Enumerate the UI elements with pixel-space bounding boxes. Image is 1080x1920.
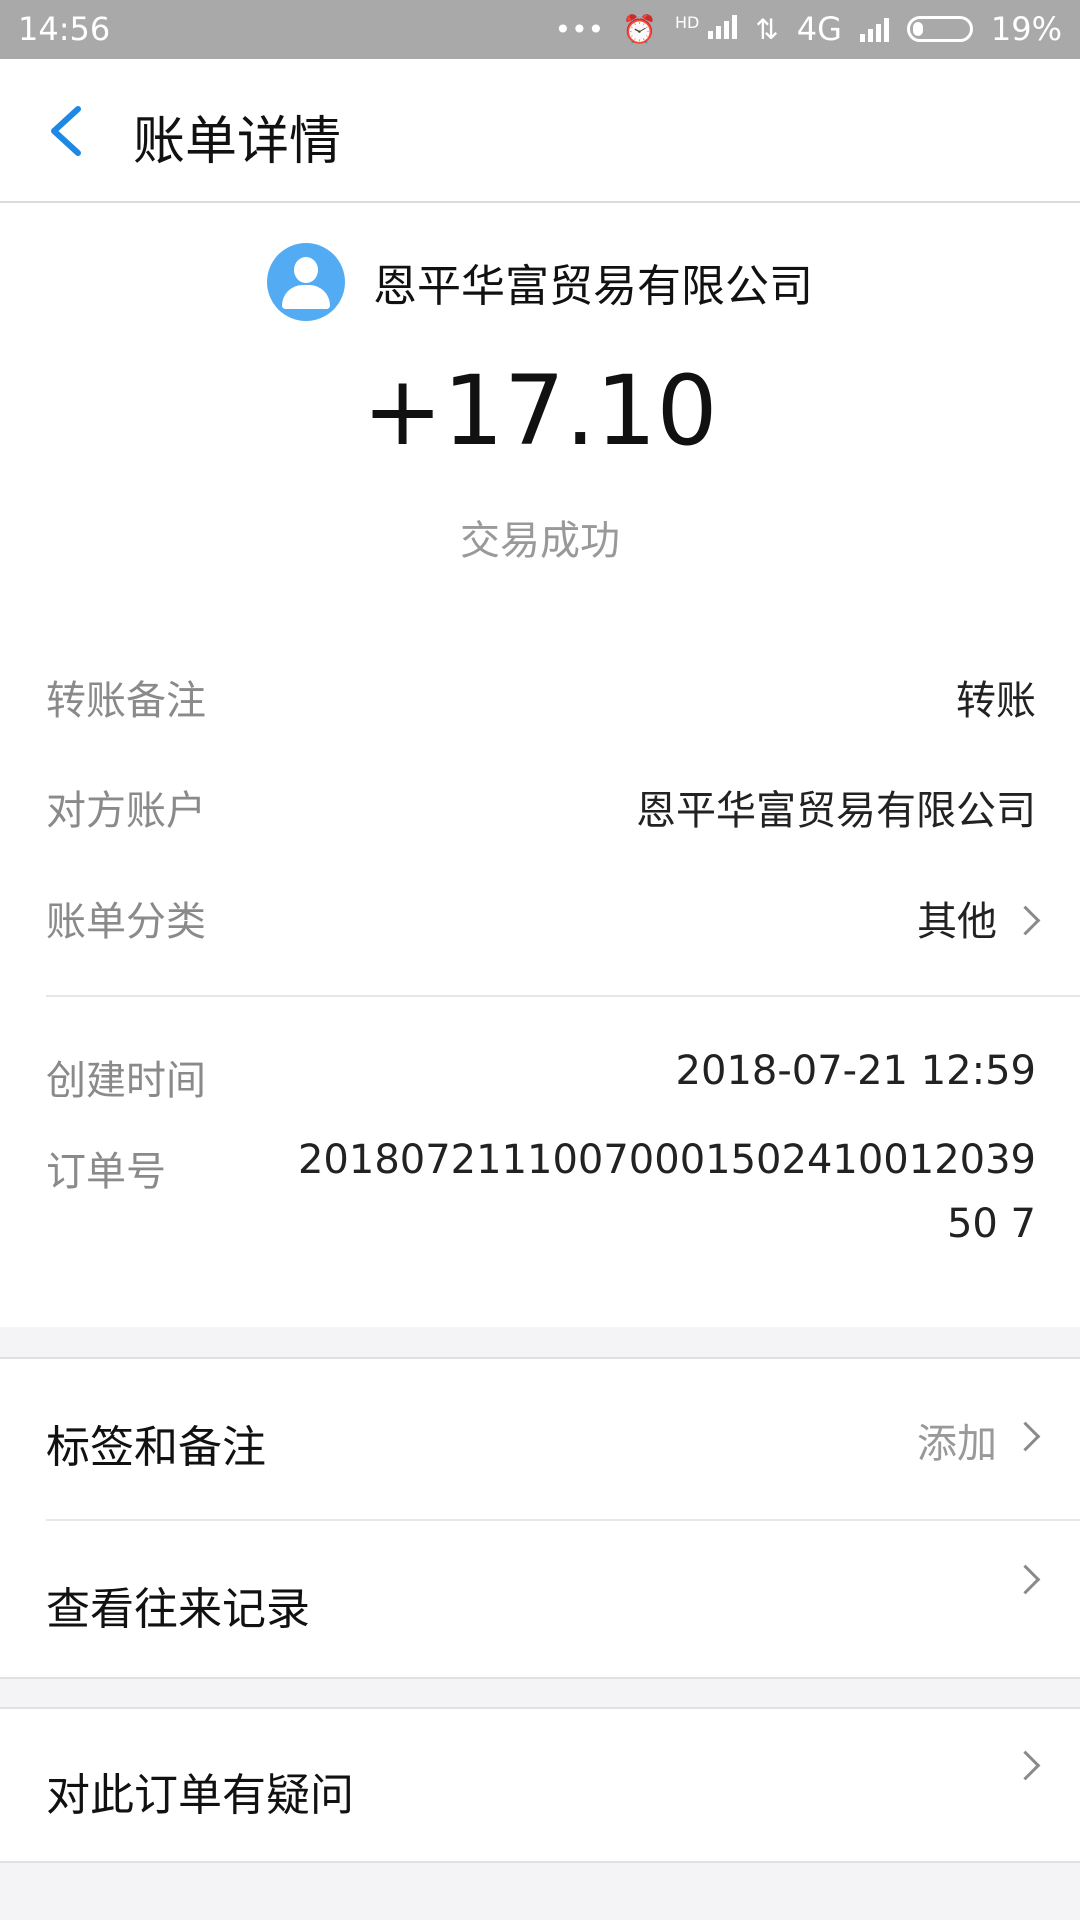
status-icons: ••• ⏰ HD ⇅ 4G 19% xyxy=(555,10,1062,48)
chevron-right-icon xyxy=(1010,905,1041,935)
battery-percent: 19% xyxy=(990,10,1062,48)
page-title: 账单详情 xyxy=(133,112,342,172)
item-label: 标签和备注 xyxy=(46,1422,266,1473)
question-section: 对此订单有疑问 xyxy=(0,1707,1080,1863)
view-history-item[interactable]: 查看往来记录 xyxy=(46,1521,1041,1679)
payee: 恩平华富贸易有限公司 xyxy=(0,243,1080,321)
bill-summary: 恩平华富贸易有限公司 +17.10 交易成功 转账备注 转账 对方账户 恩平华富… xyxy=(0,203,1080,1327)
transaction-amount: +17.10 xyxy=(362,355,718,467)
chevron-right-icon xyxy=(1010,1750,1041,1781)
chevron-right-icon xyxy=(1010,1421,1041,1451)
order-number[interactable]: 2018072111007000150241001203950 7 xyxy=(276,1128,1036,1256)
chevron-right-icon xyxy=(1010,1564,1041,1595)
divider xyxy=(46,995,1080,997)
cell-signal-icon xyxy=(859,16,889,42)
add-link: 添加 xyxy=(917,1421,997,1467)
detail-value: 转账 xyxy=(956,678,1036,724)
item-label: 对此订单有疑问 xyxy=(46,1770,354,1821)
detail-label: 创建时间 xyxy=(46,1058,206,1104)
detail-label: 转账备注 xyxy=(46,678,206,724)
detail-label: 对方账户 xyxy=(46,788,206,834)
battery-icon xyxy=(906,16,973,42)
payee-name: 恩平华富贸易有限公司 xyxy=(373,261,813,312)
actions-section: 标签和备注 添加 查看往来记录 xyxy=(0,1357,1080,1679)
status-time: 14:56 xyxy=(18,10,111,48)
back-button[interactable] xyxy=(40,101,100,161)
detail-value: 恩平华富贸易有限公司 xyxy=(636,788,1036,834)
detail-label: 账单分类 xyxy=(46,899,206,945)
alarm-icon: ⏰ xyxy=(622,12,657,46)
item-label: 查看往来记录 xyxy=(46,1584,310,1635)
tags-and-notes-item[interactable]: 标签和备注 添加 xyxy=(46,1359,1041,1517)
top-app-bar: 账单详情 xyxy=(0,59,1080,203)
chevron-left-icon xyxy=(51,106,81,156)
detail-label: 订单号 xyxy=(46,1149,166,1195)
network-type: 4G xyxy=(796,10,842,48)
data-transfer-icon: ⇅ xyxy=(755,12,779,46)
hd-label: HD xyxy=(674,12,700,32)
order-question-item[interactable]: 对此订单有疑问 xyxy=(46,1707,1041,1865)
avatar xyxy=(267,243,345,321)
hd-signal-icon: HD xyxy=(674,12,738,46)
person-icon xyxy=(294,257,318,283)
transaction-status: 交易成功 xyxy=(460,518,620,564)
detail-value: 2018-07-21 12:59 xyxy=(675,1048,1036,1094)
status-bar: 14:56 ••• ⏰ HD ⇅ 4G 19% xyxy=(0,0,1080,59)
category-value: 其他 xyxy=(917,899,997,945)
more-dots-icon: ••• xyxy=(554,12,605,46)
